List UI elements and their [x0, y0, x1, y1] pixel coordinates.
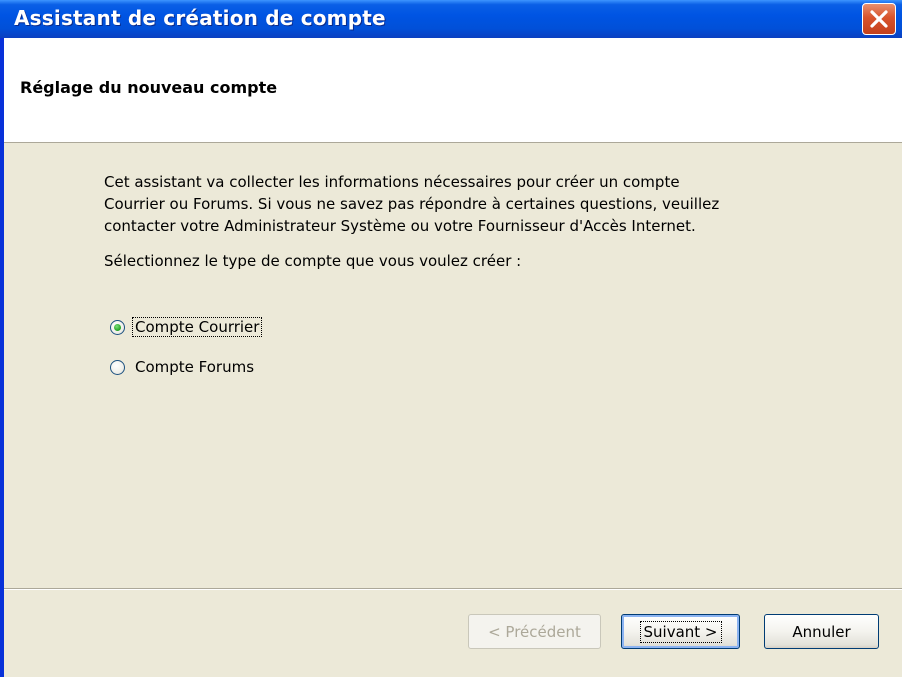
previous-button-label: < Précédent	[488, 622, 581, 641]
radio-button-selected[interactable]	[110, 319, 125, 335]
intro-text: Cet assistant va collecter les informati…	[104, 171, 844, 237]
intro-line: Courrier ou Forums. Si vous ne savez pas…	[104, 195, 720, 213]
page-title: Réglage du nouveau compte	[20, 78, 278, 97]
window-title: Assistant de création de compte	[14, 6, 386, 30]
cancel-button[interactable]: Annuler	[764, 614, 879, 649]
intro-line: contacter votre Administrateur Système o…	[104, 217, 696, 235]
title-bar[interactable]: Assistant de création de compte	[0, 0, 902, 38]
next-button[interactable]: Suivant >	[621, 614, 740, 649]
next-button-label: Suivant >	[639, 620, 722, 643]
wizard-header: Réglage du nouveau compte	[4, 38, 902, 143]
radio-button[interactable]	[110, 359, 125, 375]
account-type-prompt: Sélectionnez le type de compte que vous …	[104, 252, 522, 270]
radio-compte-forums[interactable]: Compte Forums	[110, 356, 256, 378]
footer-divider	[4, 588, 902, 590]
cancel-button-label: Annuler	[792, 622, 851, 641]
previous-button[interactable]: < Précédent	[468, 614, 601, 649]
close-button[interactable]	[862, 3, 896, 35]
account-wizard-dialog: Assistant de création de compte Réglage …	[0, 0, 902, 677]
intro-line: Cet assistant va collecter les informati…	[104, 173, 680, 191]
radio-label[interactable]: Compte Courrier	[131, 317, 263, 337]
radio-label[interactable]: Compte Forums	[133, 358, 256, 376]
close-icon	[870, 10, 888, 28]
radio-compte-courrier[interactable]: Compte Courrier	[110, 316, 263, 338]
radio-dot-icon	[114, 323, 121, 331]
